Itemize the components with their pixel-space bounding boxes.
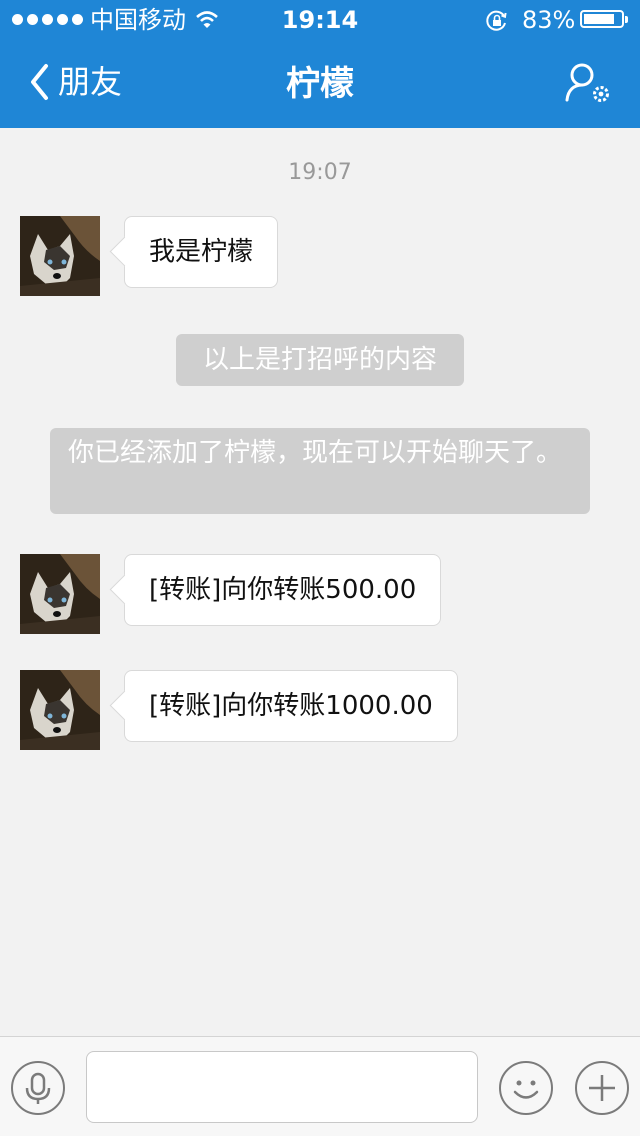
smiley-icon — [513, 1080, 539, 1099]
transfer-message-bubble[interactable]: [转账]向你转账500.00 — [124, 554, 442, 626]
system-notice: 你已经添加了柠檬，现在可以开始聊天了。 — [50, 428, 590, 514]
orientation-lock-icon — [486, 10, 507, 31]
battery-percent: 83% — [522, 6, 576, 34]
page-title: 柠檬 — [286, 64, 354, 104]
message-bubble[interactable]: 我是柠檬 — [124, 216, 279, 288]
system-notice: 以上是打招呼的内容 — [176, 334, 464, 386]
transfer-message-bubble[interactable]: [转账]向你转账1000.00 — [124, 670, 458, 742]
input-bar — [0, 1036, 640, 1136]
avatar[interactable] — [20, 216, 100, 296]
plus-icon — [589, 1075, 615, 1101]
message-timestamp: 19:07 — [288, 160, 352, 185]
profile-settings-icon[interactable] — [562, 62, 614, 110]
header-bar: 中国移动 19:14 83% 朋友 柠檬 — [0, 0, 640, 128]
emoji-button[interactable] — [499, 1061, 553, 1115]
voice-button[interactable] — [11, 1061, 65, 1115]
avatar[interactable] — [20, 554, 100, 634]
battery-level — [584, 14, 614, 24]
battery-icon — [580, 10, 628, 28]
status-bar: 中国移动 19:14 83% — [0, 0, 640, 40]
add-button[interactable] — [575, 1061, 629, 1115]
message-input[interactable] — [86, 1051, 478, 1123]
microphone-icon — [25, 1072, 51, 1104]
nav-bar: 朋友 柠檬 — [0, 40, 640, 128]
avatar[interactable] — [20, 670, 100, 750]
